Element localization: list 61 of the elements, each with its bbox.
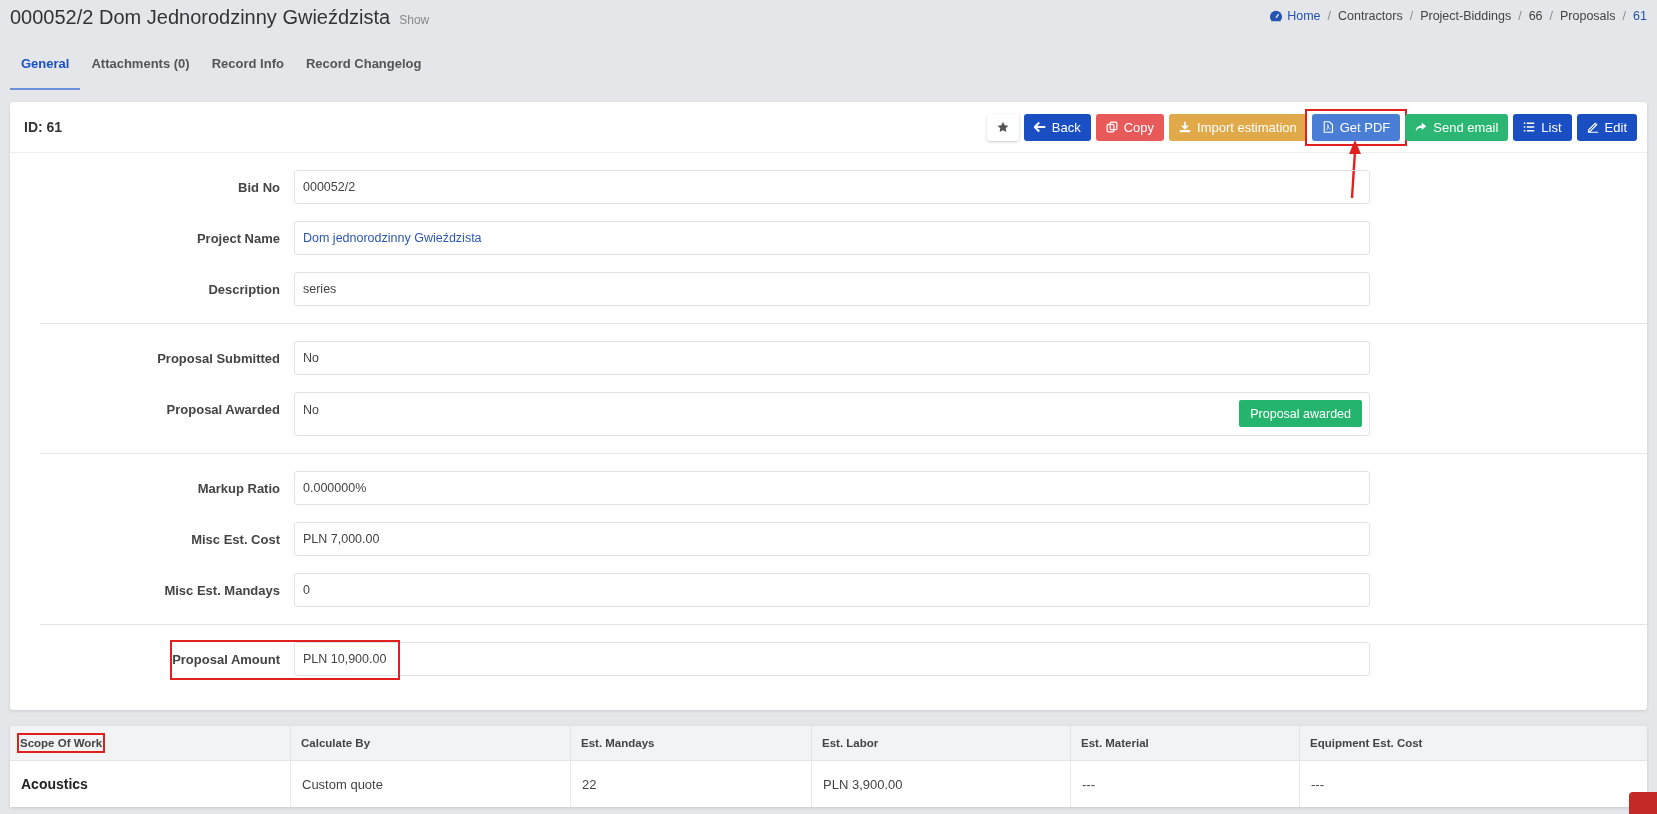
input-field[interactable]: 0 bbox=[294, 573, 1370, 607]
download-icon bbox=[1179, 121, 1192, 133]
table-cell-text: --- bbox=[1310, 775, 1325, 794]
field-label: Proposal Submitted bbox=[156, 350, 281, 366]
list-icon bbox=[1523, 121, 1536, 133]
column-header: Est. Material bbox=[1071, 726, 1300, 760]
dashboard-icon bbox=[1269, 10, 1284, 22]
breadcrumb-item[interactable]: Project-Biddings bbox=[1420, 9, 1512, 23]
tab[interactable]: Record Info bbox=[200, 40, 295, 90]
input-field[interactable]: PLN 10,900.00 bbox=[294, 642, 1370, 676]
breadcrumb-separator: / bbox=[1409, 9, 1414, 23]
column-header: Scope Of Work bbox=[10, 726, 291, 760]
table-cell: Acoustics bbox=[10, 761, 291, 807]
breadcrumb-separator: / bbox=[1549, 9, 1553, 23]
breadcrumb-separator: / bbox=[1327, 9, 1332, 23]
copy-icon bbox=[1105, 121, 1118, 133]
pdf-file-icon bbox=[1321, 121, 1334, 133]
field-label: Proposal Awarded bbox=[165, 401, 281, 417]
action-button[interactable]: Get PDF bbox=[1311, 113, 1401, 141]
field-label: Project Name bbox=[195, 230, 281, 246]
input-field[interactable]: 000052/2 bbox=[294, 170, 1370, 204]
field-label: Misc Est. Cost bbox=[190, 531, 281, 547]
tab[interactable]: Record Changelog bbox=[294, 40, 433, 90]
table-cell: PLN 3,900.00 bbox=[812, 761, 1071, 807]
tab[interactable]: Attachments (0) bbox=[80, 40, 201, 90]
breadcrumb-link[interactable]: Home bbox=[1269, 9, 1321, 23]
action-button[interactable]: List bbox=[1513, 113, 1572, 141]
breadcrumb-separator: / bbox=[1518, 9, 1522, 23]
page-title: 000052/2 Dom Jednorodzinny Gwieździsta bbox=[10, 6, 391, 29]
field-label: Bid No bbox=[237, 179, 281, 195]
input-field[interactable]: 0.000000% bbox=[294, 471, 1370, 505]
tab[interactable]: General bbox=[10, 40, 81, 90]
table-cell: Custom quote bbox=[291, 761, 571, 807]
pencil-icon bbox=[1586, 121, 1599, 133]
breadcrumb-separator: / bbox=[1622, 9, 1627, 23]
table-cell: 22 bbox=[571, 761, 812, 807]
breadcrumb-item[interactable]: 66 bbox=[1528, 9, 1543, 23]
action-button[interactable]: Back bbox=[1023, 113, 1091, 141]
column-header: Calculate By bbox=[291, 726, 571, 760]
field-label: Description bbox=[207, 281, 281, 297]
column-header: Est. Labor bbox=[812, 726, 1071, 760]
input-field[interactable]: Dom jednorodzinny Gwieździsta bbox=[294, 221, 1370, 255]
star-icon bbox=[996, 121, 1009, 133]
page-subtitle: Show bbox=[399, 13, 430, 27]
column-header: Est. Mandays bbox=[571, 726, 812, 760]
action-button[interactable]: Edit bbox=[1576, 113, 1637, 141]
breadcrumb-item[interactable]: Contractors bbox=[1338, 9, 1403, 23]
favorite-button[interactable] bbox=[986, 113, 1019, 141]
share-arrow-icon bbox=[1415, 121, 1428, 133]
field-label: Proposal Amount bbox=[171, 651, 281, 667]
input-field[interactable]: series bbox=[294, 272, 1370, 306]
breadcrumb-item[interactable]: Proposals bbox=[1560, 9, 1616, 23]
input-field[interactable]: PLN 7,000.00 bbox=[294, 522, 1370, 556]
input-field[interactable]: No bbox=[294, 341, 1370, 375]
arrow-left-icon bbox=[1033, 121, 1046, 133]
field-label: Misc Est. Mandays bbox=[163, 582, 281, 598]
table-cell: --- bbox=[1071, 761, 1300, 807]
field-label: Markup Ratio bbox=[196, 480, 281, 496]
column-header: Equipment Est. Cost bbox=[1309, 736, 1424, 751]
breadcrumb-link[interactable]: 61 bbox=[1633, 9, 1647, 23]
record-id: ID: 61 bbox=[24, 119, 63, 135]
